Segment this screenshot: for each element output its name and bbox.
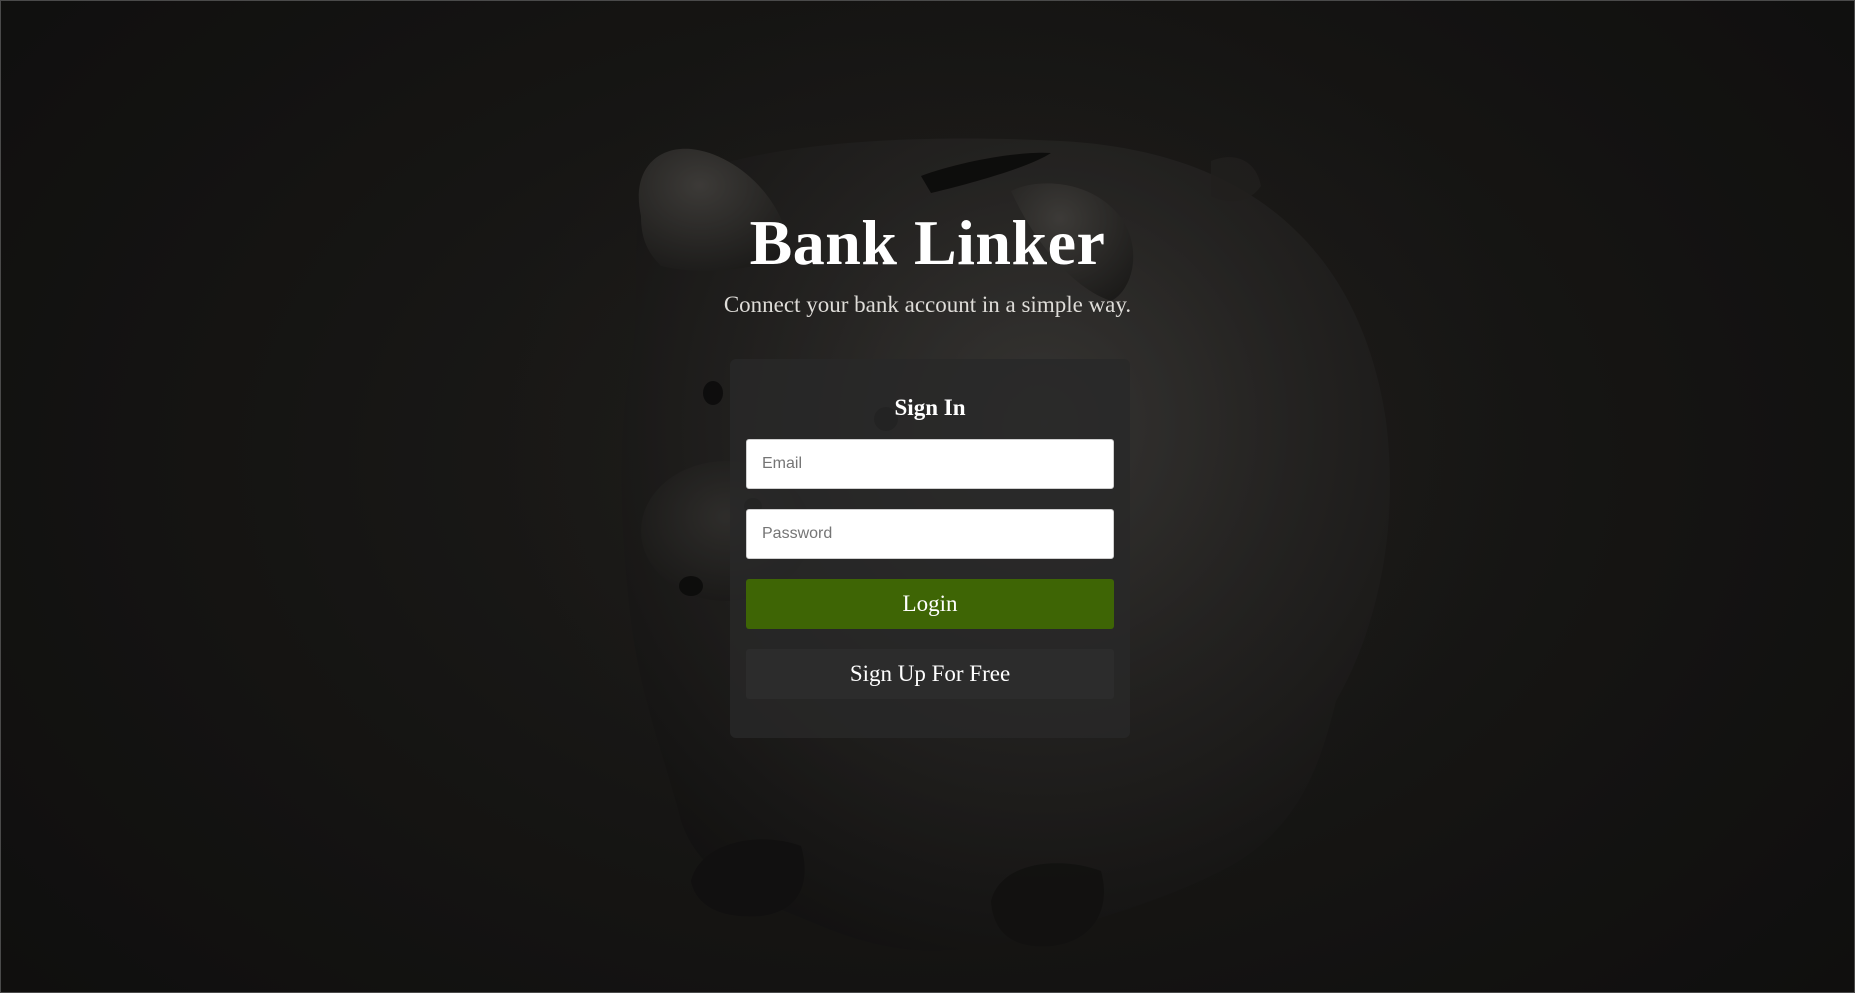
email-input[interactable] xyxy=(746,439,1114,489)
login-button[interactable]: Login xyxy=(746,579,1114,629)
login-page: Bank Linker Connect your bank account in… xyxy=(0,0,1855,993)
password-input[interactable] xyxy=(746,509,1114,559)
sign-up-button[interactable]: Sign Up For Free xyxy=(746,649,1114,699)
app-tagline: Connect your bank account in a simple wa… xyxy=(723,292,1132,317)
hero-header: Bank Linker Connect your bank account in… xyxy=(1,201,1854,319)
sign-in-card: Sign In Login Sign Up For Free xyxy=(730,359,1130,738)
app-title: Bank Linker xyxy=(749,207,1106,278)
sign-in-heading: Sign In xyxy=(894,395,966,420)
